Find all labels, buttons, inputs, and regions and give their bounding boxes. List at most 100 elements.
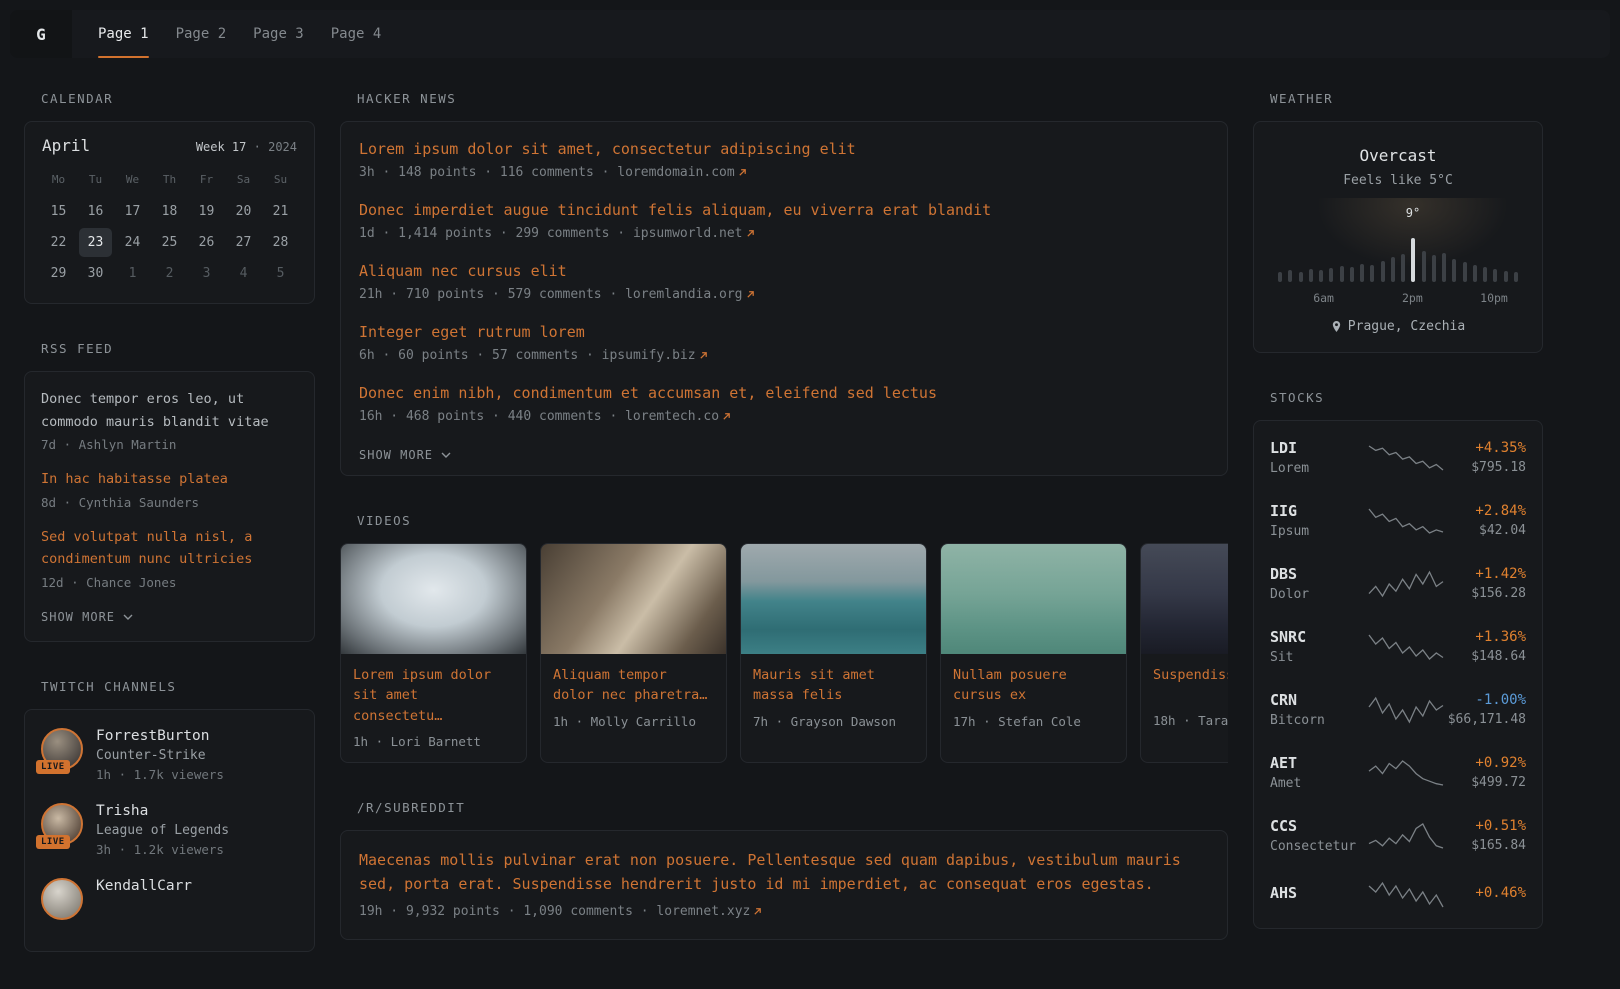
video-card[interactable]: Suspendisse diam 18h · Tara [1140,543,1228,763]
twitch-channel[interactable]: LIVE ForrestBurton Counter-Strike 1h · 1… [41,728,298,782]
stock-change: +0.46% [1446,885,1526,901]
avatar: LIVE [41,803,83,845]
hn-domain-link[interactable]: ipsumify.biz [602,348,708,363]
hn-show-more-button[interactable]: SHOW MORE [359,448,451,462]
stock-price: $42.04 [1446,523,1526,538]
weather-bar [1442,253,1446,282]
video-info: Nullam posuere cursus ex 17h · Stefan Co… [941,654,1126,742]
stock-price: $148.64 [1446,649,1526,664]
video-title[interactable]: Lorem ipsum dolor sit amet consectetu… [353,665,514,726]
stock-numbers: -1.00% $66,171.48 [1446,692,1526,727]
tab-page-4[interactable]: Page 4 [331,10,382,58]
weather-feels-like: Feels like 5°C [1270,173,1526,188]
reddit-section: /R/SUBREDDIT Maecenas mollis pulvinar er… [340,800,1228,940]
stock-sparkline [1366,880,1446,910]
calendar-day: 2 [153,259,186,288]
weather-section: WEATHER Overcast Feels like 5°C 9° 6am2p… [1253,91,1543,353]
hn-domain-link[interactable]: loremtech.co [625,409,731,424]
stock-identity: SNRC Sit [1270,628,1366,665]
video-title[interactable]: Suspendisse diam [1153,665,1228,705]
hn-story-link[interactable]: Integer eget rutrum lorem [359,322,1209,343]
weekday-label: We [114,167,151,196]
weather-location: Prague, Czechia [1270,319,1526,334]
hn-story-stats: 1d · 1,414 points · 299 comments · [359,226,633,241]
external-link-icon [738,168,747,177]
hn-domain-link[interactable]: loremlandia.org [625,287,754,302]
video-thumbnail[interactable] [1141,544,1228,654]
rss-item: In hac habitasse platea 8d · Cynthia Sau… [41,468,298,510]
calendar-week-number: Week 17 [196,140,247,154]
video-card[interactable]: Nullam posuere cursus ex 17h · Stefan Co… [940,543,1127,763]
video-thumbnail[interactable] [941,544,1126,654]
reddit-domain-link[interactable]: loremnet.xyz [656,904,762,919]
reddit-post-link[interactable]: Maecenas mollis pulvinar erat non posuer… [359,848,1209,896]
tab-page-1[interactable]: Page 1 [98,10,149,58]
hn-domain-link[interactable]: ipsumworld.net [633,226,755,241]
rss-item-link[interactable]: Sed volutpat nulla nisl, a condimentum n… [41,529,252,568]
hn-story-link[interactable]: Donec enim nibh, condimentum et accumsan… [359,383,1209,404]
stock-ticker: SNRC [1270,628,1366,646]
reddit-post-stats: 19h · 9,932 points · 1,090 comments · [359,904,656,919]
hn-story-link[interactable]: Donec imperdiet augue tincidunt felis al… [359,200,1209,221]
calendar-day: 17 [116,197,149,226]
stock-row[interactable]: AHS +0.46% [1270,867,1526,923]
center-column: HACKER NEWS Lorem ipsum dolor sit amet, … [340,91,1228,977]
external-link-icon [699,351,708,360]
twitch-channel[interactable]: KendallCarr [41,878,298,920]
right-column: WEATHER Overcast Feels like 5°C 9° 6am2p… [1253,91,1543,966]
stock-row[interactable]: IIG Ipsum +2.84% $42.04 [1270,489,1526,552]
stock-row[interactable]: CCS Consectetur +0.51% $165.84 [1270,804,1526,867]
stock-row[interactable]: SNRC Sit +1.36% $148.64 [1270,615,1526,678]
stock-row[interactable]: AET Amet +0.92% $499.72 [1270,741,1526,804]
hn-story-link[interactable]: Lorem ipsum dolor sit amet, consectetur … [359,139,1209,160]
video-card[interactable]: Lorem ipsum dolor sit amet consectetu… 1… [340,543,527,763]
hn-story-stats: 21h · 710 points · 579 comments · [359,287,625,302]
stocks-card: LDI Lorem +4.35% $795.18 IIG Ipsum [1253,420,1543,929]
weather-bar [1504,271,1508,282]
video-thumbnail[interactable] [741,544,926,654]
stock-identity: LDI Lorem [1270,439,1366,476]
video-title[interactable]: Nullam posuere cursus ex [953,665,1114,706]
weather-bar [1493,269,1497,282]
tab-page-3[interactable]: Page 3 [253,10,304,58]
stock-numbers: +0.46% [1446,885,1526,905]
hn-story-meta: 3h · 148 points · 116 comments · loremdo… [359,165,1209,180]
tab-page-2[interactable]: Page 2 [176,10,227,58]
video-thumbnail[interactable] [341,544,526,654]
weather-bar [1309,269,1313,282]
stock-change: +1.42% [1446,566,1526,582]
stock-name: Dolor [1270,587,1366,602]
video-thumbnail[interactable] [541,544,726,654]
hn-domain-link[interactable]: loremdomain.com [617,165,746,180]
video-card[interactable]: Aliquam tempor dolor nec pharetra… 1h · … [540,543,727,763]
stock-identity: CRN Bitcorn [1270,691,1366,728]
stock-row[interactable]: CRN Bitcorn -1.00% $66,171.48 [1270,678,1526,741]
video-meta: 18h · Tara [1153,713,1228,728]
rss-item-link[interactable]: In hac habitasse platea [41,471,228,487]
calendar-day: 16 [79,197,112,226]
twitch-card: LIVE ForrestBurton Counter-Strike 1h · 1… [24,709,315,952]
stock-name: Amet [1270,776,1366,791]
stock-row[interactable]: LDI Lorem +4.35% $795.18 [1270,426,1526,489]
channel-viewers: 3h · 1.2k viewers [96,842,229,857]
weekday-label: Su [262,167,299,196]
app-logo[interactable]: G [10,10,72,58]
external-link-icon [746,229,755,238]
calendar-day: 25 [153,228,186,257]
rss-item-link[interactable]: Donec tempor eros leo, ut commodo mauris… [41,391,269,430]
video-card[interactable]: Mauris sit amet massa felis 7h · Grayson… [740,543,927,763]
stock-row[interactable]: DBS Dolor +1.42% $156.28 [1270,552,1526,615]
video-title[interactable]: Mauris sit amet massa felis [753,665,914,706]
twitch-channel[interactable]: LIVE Trisha League of Legends 3h · 1.2k … [41,803,298,857]
weather-hour-labels: 6am2pm10pm [1278,291,1518,306]
rss-show-more-button[interactable]: SHOW MORE [41,610,133,624]
stock-change: -1.00% [1446,692,1526,708]
hackernews-card: Lorem ipsum dolor sit amet, consectetur … [340,121,1228,476]
hn-story-link[interactable]: Aliquam nec cursus elit [359,261,1209,282]
stock-sparkline [1366,821,1446,851]
video-title[interactable]: Aliquam tempor dolor nec pharetra… [553,665,714,706]
stock-sparkline [1366,695,1446,725]
weather-bar [1340,266,1344,282]
stock-sparkline [1366,443,1446,473]
stock-ticker: LDI [1270,439,1366,457]
